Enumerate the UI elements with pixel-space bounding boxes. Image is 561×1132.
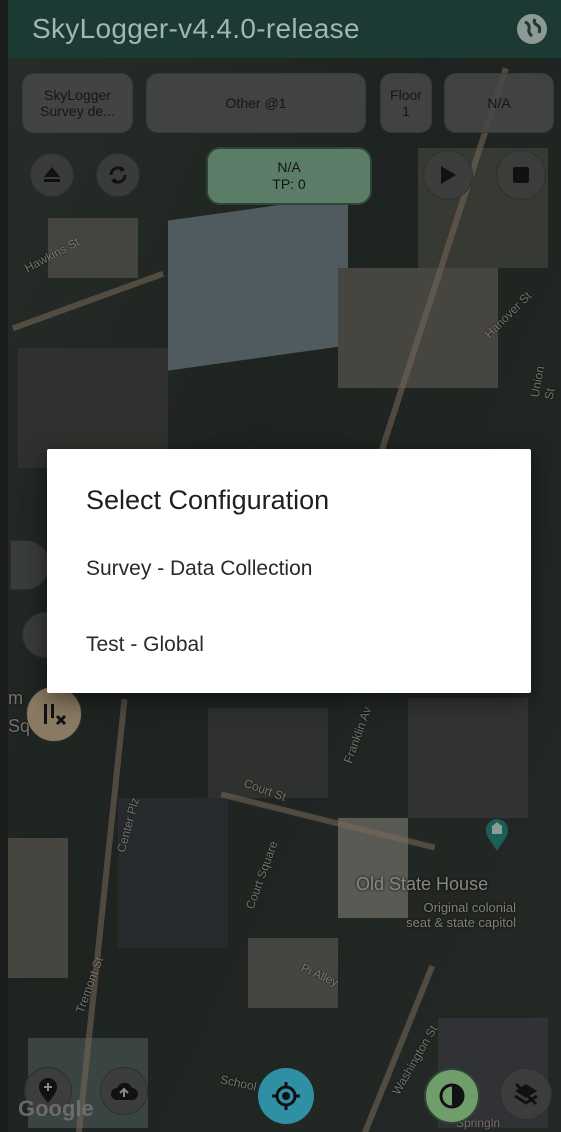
status-indicator[interactable]: N/A TP: 0 [206,147,372,205]
google-logo: Google [18,1096,94,1121]
contrast-icon [439,1083,465,1109]
eject-icon [44,167,60,182]
layers-off-icon [514,1082,538,1106]
layers-off-button[interactable] [500,1068,552,1120]
cloud-upload-button[interactable] [100,1067,148,1115]
app-bar: SkyLogger-v4.4.0-release [8,0,561,58]
app-title: SkyLogger-v4.4.0-release [32,13,360,44]
select-configuration-dialog: Select Configuration Survey - Data Colle… [47,449,531,693]
play-icon [441,166,456,184]
dialog-title: Select Configuration [86,485,330,515]
config-option-survey[interactable]: Survey - Data Collection [47,539,531,599]
mode-chip[interactable]: Other @1 [146,73,366,133]
sync-icon [109,166,127,184]
eject-button[interactable] [30,153,74,197]
grid-off-icon [44,704,67,726]
cloud-upload-icon [111,1082,138,1100]
status-line2: TP: 0 [272,176,306,192]
my-location-icon [272,1082,300,1110]
grid-off-button[interactable] [26,686,82,742]
config-option-test[interactable]: Test - Global [47,615,531,675]
status-line1: N/A [277,159,301,175]
stop-button[interactable] [496,150,546,200]
floor-chip[interactable]: Floor 1 [380,73,432,133]
survey-chip[interactable]: SkyLogger Survey de... [22,73,133,133]
my-location-button[interactable] [258,1068,314,1124]
globe-icon[interactable] [517,14,547,44]
contrast-button[interactable] [424,1068,480,1124]
stop-icon [513,167,529,183]
na-chip[interactable]: N/A [444,73,554,133]
play-button[interactable] [423,150,473,200]
sync-button[interactable] [96,153,140,197]
